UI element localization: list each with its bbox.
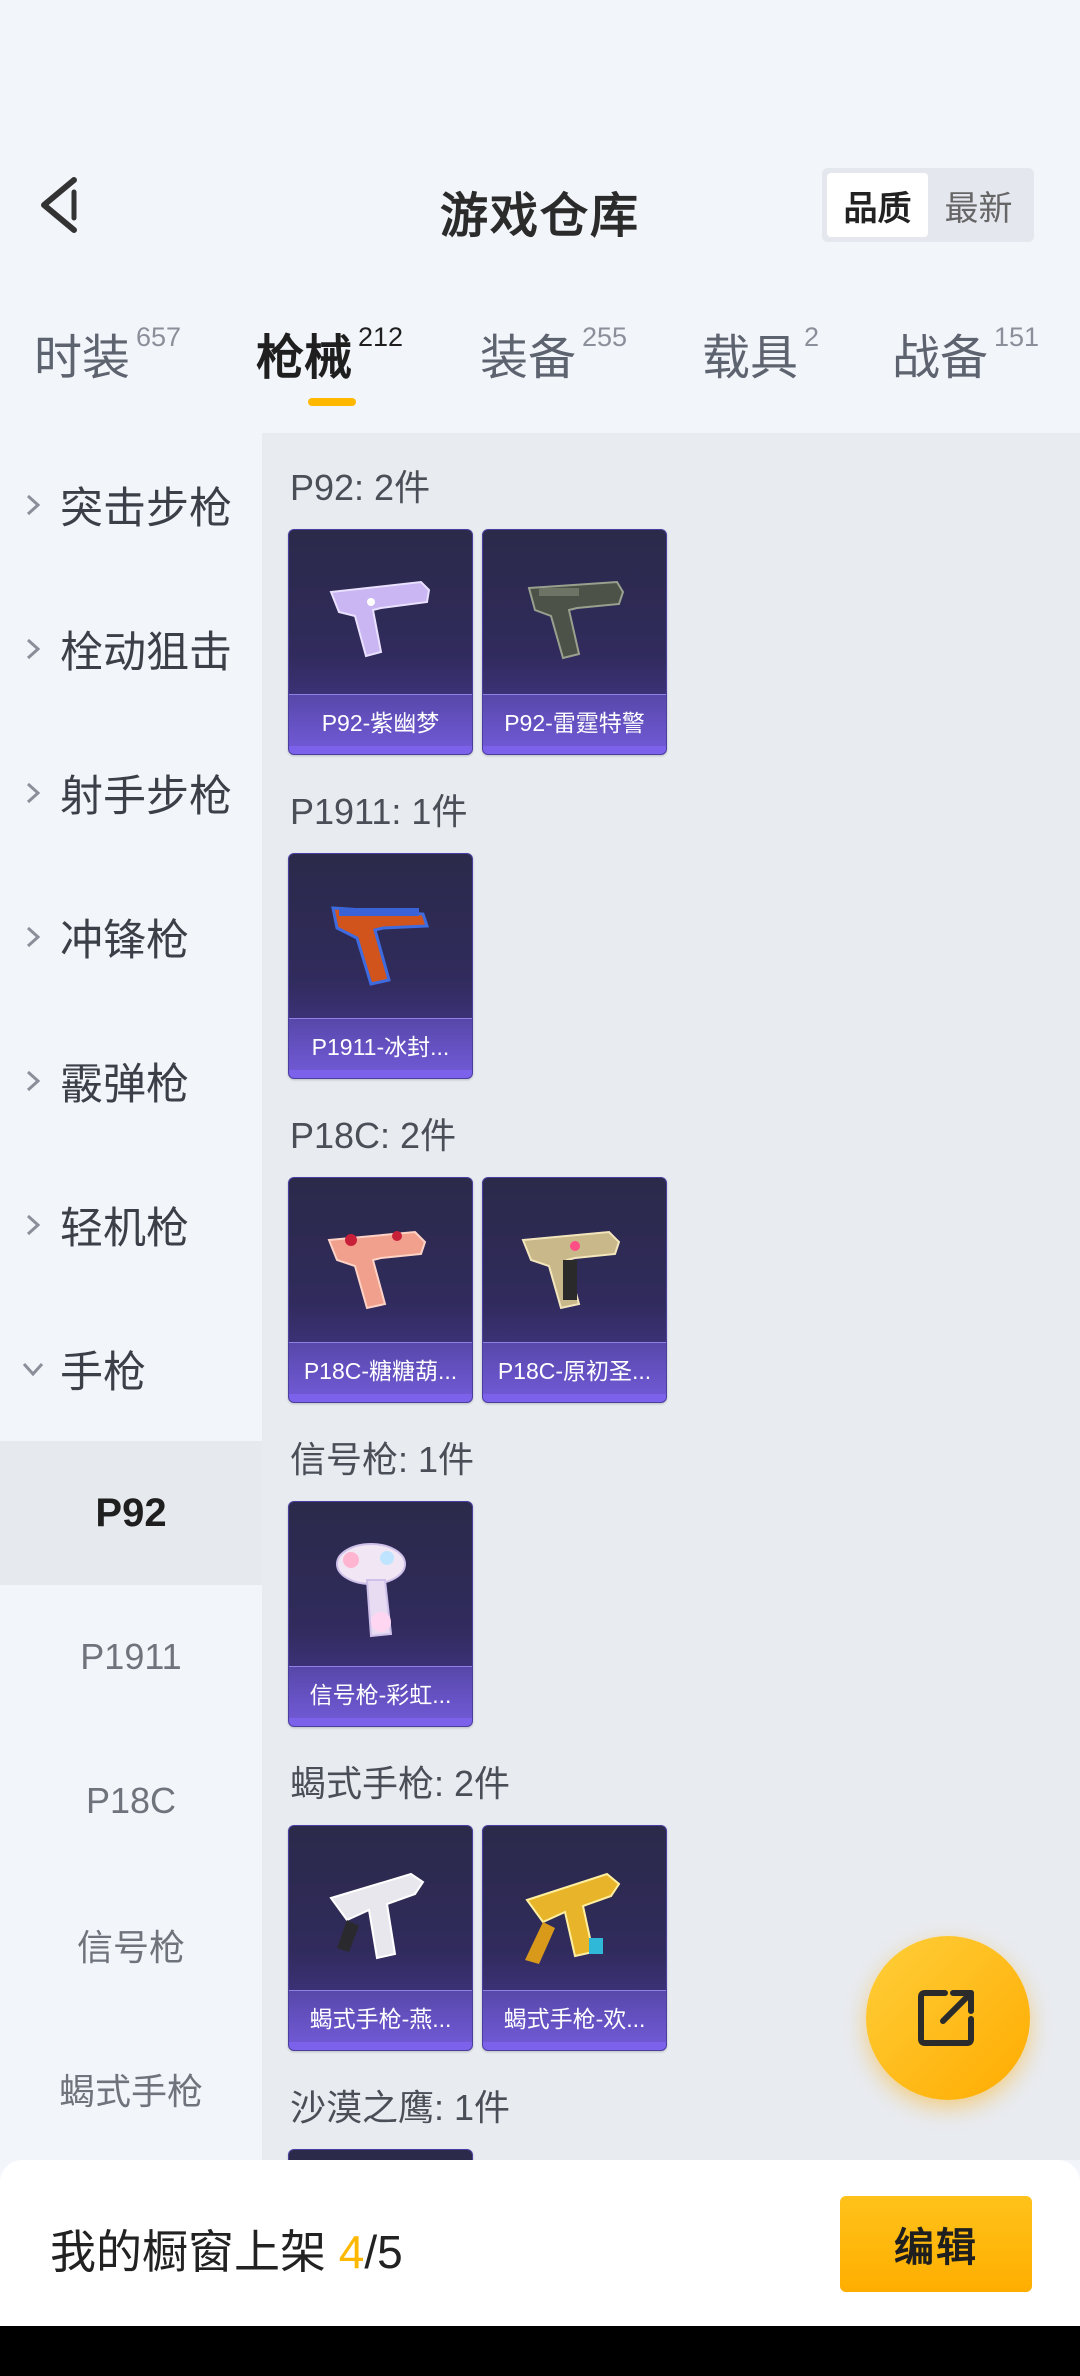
weapon-card-name: 信号枪-彩虹... [289,1666,472,1718]
sidebar-item-flare-gun[interactable]: 信号枪 [0,1873,262,2017]
smg-icon [525,1872,621,1964]
sidebar-group-smg[interactable]: 冲锋枪 [0,865,262,1009]
sidebar-group-label: 突击步枪 [60,485,232,533]
weapon-card-name: 蝎式手枪-燕... [289,1990,472,2042]
header: 游戏仓库 品质 最新 [0,150,1080,260]
share-icon [918,1990,974,2046]
sidebar-item-p1911[interactable]: P1911 [0,1585,262,1729]
weapon-card[interactable]: P18C-糖糖葫... [288,1177,473,1403]
smg-icon [329,1872,425,1960]
sidebar-item-skorpion[interactable]: 蝎式手枪 [0,2017,262,2160]
edit-button[interactable]: 编辑 [840,2196,1032,2292]
tab-label: 载具 [702,332,799,385]
rarity-strip [289,1718,472,1726]
chevron-right-icon [20,1068,46,1094]
rarity-strip [483,2042,666,2050]
rarity-strip [483,746,666,754]
sort-newest-option[interactable]: 最新 [928,173,1029,237]
chevron-right-icon [20,492,46,518]
sidebar-group-label: 射手步枪 [60,773,232,821]
sidebar-group-label: 手枪 [60,1349,146,1397]
tab-firearms[interactable]: 枪械 212 [256,318,403,388]
tab-count: 657 [136,322,182,352]
section-title: 沙漠之鹰: 1件 [290,2087,511,2128]
pistol-icon [329,580,431,658]
weapon-card-name: P1911-冰封... [289,1018,472,1070]
weapon-card-name: P92-紫幽梦 [289,694,472,746]
weapon-card-name: P18C-原初圣... [483,1342,666,1394]
sidebar-group-label: 霰弹枪 [60,1061,189,1109]
sidebar-group-shotgun[interactable]: 霰弹枪 [0,1009,262,1153]
tab-fashion[interactable]: 时装 657 [34,318,181,388]
showcase-label: 我的橱窗上架 [50,2226,326,2278]
weapon-card[interactable]: P1911-冰封... [288,853,473,1079]
tab-battle-gear[interactable]: 战备 151 [892,318,1039,388]
section-title: P92: 2件 [290,467,431,508]
showcase-total-count: /5 [364,2226,403,2278]
chevron-right-icon [20,924,46,950]
weapon-card-name: P18C-糖糖葫... [289,1342,472,1394]
sidebar-group-label: 轻机枪 [60,1205,189,1253]
weapon-card[interactable]: 信号枪-彩虹... [288,1501,473,1727]
sidebar-group-assault-rifle[interactable]: 突击步枪 [0,433,262,577]
sidebar-group-pistol[interactable]: 手枪 [0,1297,262,1441]
section-title: P18C: 2件 [290,1115,457,1156]
pistol-icon [521,1230,621,1310]
rarity-strip [483,1394,666,1402]
weapon-card[interactable]: P92-雷霆特警 [482,529,667,755]
pistol-icon [527,580,625,660]
weapon-grid: P92: 2件 P92-紫幽梦 P92-雷霆特警 P1911: 1件 P1911… [262,433,1080,2160]
tab-count: 2 [804,322,820,352]
tab-equipment[interactable]: 装备 255 [480,318,627,388]
sidebar-item-p92[interactable]: P92 [0,1441,262,1585]
sort-quality-option[interactable]: 品质 [827,173,928,237]
tab-count: 151 [994,322,1040,352]
tab-label: 时装 [34,332,131,385]
section-title: 蝎式手枪: 2件 [290,1763,511,1804]
rarity-strip [289,1070,472,1078]
weapon-card[interactable] [288,2149,473,2160]
chevron-right-icon [20,1212,46,1238]
weapon-card[interactable]: P18C-原初圣... [482,1177,667,1403]
sidebar-group-bolt-sniper[interactable]: 栓动狙击 [0,577,262,721]
showcase-current-count: 4 [338,2226,365,2278]
sidebar-group-label: 栓动狙击 [60,629,232,677]
tab-vehicles[interactable]: 载具 2 [702,318,819,388]
showcase-bar: 我的橱窗上架 4/5 编辑 [0,2160,1080,2326]
share-button[interactable] [866,1936,1030,2100]
rarity-strip [289,1394,472,1402]
pistol-icon [331,906,430,986]
sidebar-group-lmg[interactable]: 轻机枪 [0,1153,262,1297]
weapon-type-sidebar: 突击步枪 栓动狙击 射手步枪 冲锋枪 霰弹枪 轻机枪 手枪 P92 P1911 … [0,433,262,2160]
sort-toggle: 品质 最新 [822,168,1034,242]
section-title: 信号枪: 1件 [290,1439,475,1480]
showcase-status: 我的橱窗上架 4/5 [50,2216,403,2282]
weapon-card[interactable]: 蝎式手枪-燕... [288,1825,473,2051]
category-tabs: 时装 657 枪械 212 装备 255 载具 2 战备 151 [0,318,1080,418]
weapon-card[interactable]: P92-紫幽梦 [288,529,473,755]
sidebar-group-marksman[interactable]: 射手步枪 [0,721,262,865]
sidebar-item-p18c[interactable]: P18C [0,1729,262,1873]
tab-count: 255 [582,322,628,352]
tab-label: 装备 [480,332,577,385]
weapon-card-name: 蝎式手枪-欢... [483,1990,666,2042]
pistol-icon [327,1230,427,1310]
chevron-down-icon [20,1356,46,1382]
rarity-strip [289,2042,472,2050]
section-title: P1911: 1件 [290,791,468,832]
tab-label: 战备 [892,332,989,385]
sidebar-group-label: 冲锋枪 [60,917,189,965]
system-navigation-bar [0,2326,1080,2376]
rarity-strip [289,746,472,754]
chevron-right-icon [20,636,46,662]
active-tab-indicator [308,398,356,406]
tab-label: 枪械 [256,332,353,385]
weapon-card-name: P92-雷霆特警 [483,694,666,746]
flare-gun-icon [336,1543,406,1638]
tab-count: 212 [358,322,404,352]
weapon-card[interactable]: 蝎式手枪-欢... [482,1825,667,2051]
chevron-right-icon [20,780,46,806]
